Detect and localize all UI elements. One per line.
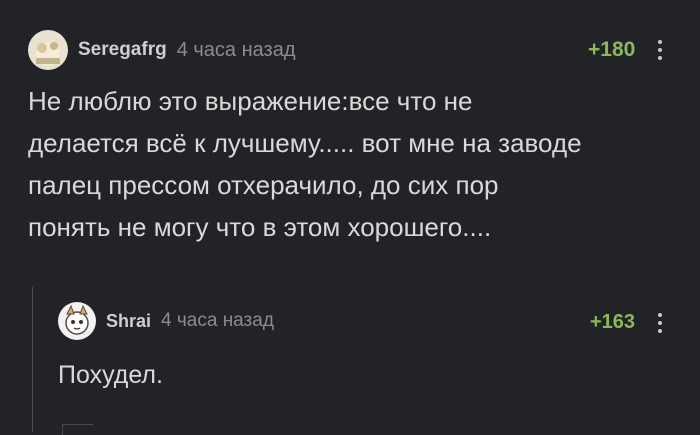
avatar-image [28,30,68,70]
thread-line[interactable] [62,424,93,435]
comment-line: палец прессом отхерачило, до сих пор [28,170,499,200]
comment-line: Похудел. [58,361,163,389]
thread-line[interactable] [32,287,33,432]
rating: +180 [588,38,636,61]
timestamp[interactable]: 4 часа назад [161,310,274,332]
avatar-image [58,302,96,340]
avatar[interactable] [28,30,68,70]
comment-text: Не люблю это выражение:все что не делает… [28,80,582,248]
comment-line: понять не могу что в этом хорошего.... [28,212,492,242]
more-vertical-icon[interactable] [654,311,666,335]
comment-line: делается всё к лучшему..... вот мне на з… [28,128,582,158]
avatar[interactable] [58,302,96,340]
comment-header: Seregafrg 4 часа назад [28,30,296,70]
more-vertical-icon[interactable] [654,38,666,62]
author-name[interactable]: Shrai [106,311,151,332]
timestamp[interactable]: 4 часа назад [177,39,296,62]
comment-line: Не люблю это выражение:все что не [28,86,473,116]
author-name[interactable]: Seregafrg [78,39,167,61]
comment-text: Похудел. [58,354,163,396]
comment-header: Shrai 4 часа назад [58,302,274,340]
rating: +163 [590,311,636,333]
